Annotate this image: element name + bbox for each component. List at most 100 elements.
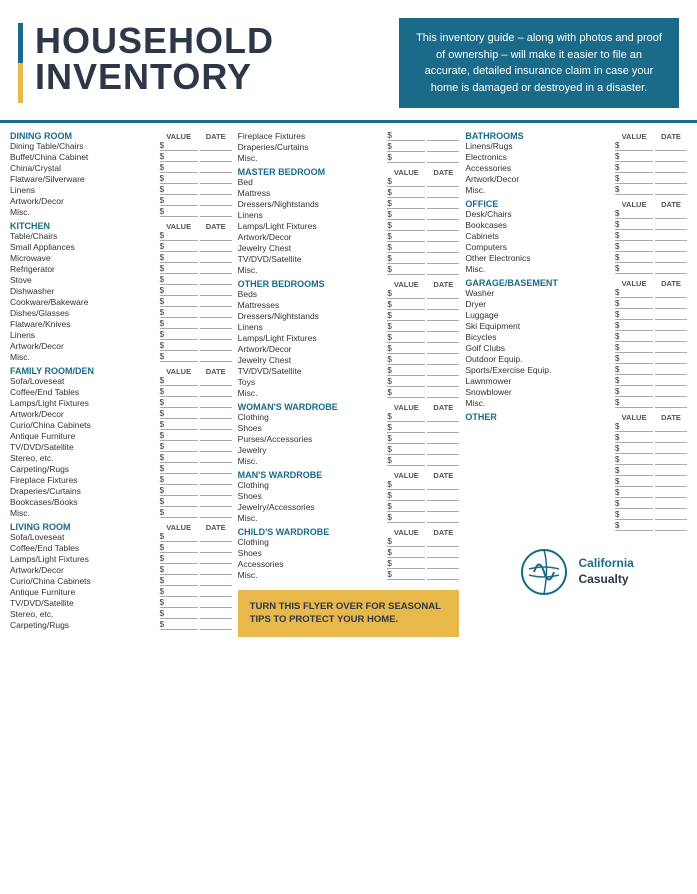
section-master-bedroom: MASTER BEDROOM VALUE DATE Bed Mattress D… xyxy=(238,167,460,275)
kitchen-header: KITCHEN VALUE DATE xyxy=(10,221,232,231)
list-item: Draperies/Curtains xyxy=(10,486,232,496)
footer-tip-text: TURN THIS FLYER OVER FOR SEASONAL TIPS T… xyxy=(250,601,441,625)
main-content: DINING ROOM VALUE DATE Dining Table/Chai… xyxy=(0,123,697,645)
list-item xyxy=(465,499,687,509)
value-col-label: VALUE xyxy=(160,132,198,141)
section-garage-basement: GARAGE/BASEMENT VALUE DATE Washer Dryer … xyxy=(465,278,687,408)
list-item: TV/DVD/Satellite xyxy=(10,598,232,608)
bathrooms-header: BATHROOMS VALUE DATE xyxy=(465,131,687,141)
list-item: Coffee/End Tables xyxy=(10,387,232,397)
column-1: DINING ROOM VALUE DATE Dining Table/Chai… xyxy=(10,131,232,637)
bathrooms-title: BATHROOMS xyxy=(465,131,615,141)
page-wrapper: HOUSEHOLD INVENTORY This inventory guide… xyxy=(0,0,697,645)
list-item: Computers xyxy=(465,242,687,252)
list-item xyxy=(465,433,687,443)
family-room-title: FAMILY ROOM/DEN xyxy=(10,366,160,376)
logo-area: California Casualty xyxy=(465,547,687,597)
list-item: Carpeting/Rugs xyxy=(10,464,232,474)
dining-room-col-headers: VALUE DATE xyxy=(160,132,232,141)
list-item: Stereo, etc. xyxy=(10,609,232,619)
other-bedrooms-header: OTHER BEDROOMS VALUE DATE xyxy=(238,279,460,289)
logo-icon xyxy=(519,547,569,597)
footer-tip-box: TURN THIS FLYER OVER FOR SEASONAL TIPS T… xyxy=(238,590,460,637)
section-mans-wardrobe: MAN'S WARDROBE VALUE DATE Clothing Shoes… xyxy=(238,470,460,523)
list-item: Snowblower xyxy=(465,387,687,397)
kitchen-col-headers: VALUE DATE xyxy=(160,222,232,231)
header-description: This inventory guide – along with photos… xyxy=(399,18,679,108)
living-room-title: LIVING ROOM xyxy=(10,522,160,532)
list-item: Purses/Accessories xyxy=(238,434,460,444)
list-item: Misc. xyxy=(238,153,460,163)
list-item: Flatware/Silverware xyxy=(10,174,232,184)
list-item: Draperies/Curtains xyxy=(238,142,460,152)
list-item: Mattresses xyxy=(238,300,460,310)
list-item: Clothing xyxy=(238,537,460,547)
section-womans-wardrobe: WOMAN'S WARDROBE VALUE DATE Clothing Sho… xyxy=(238,402,460,466)
logo-text: California Casualty xyxy=(579,556,634,587)
list-item: Artwork/Decor xyxy=(10,196,232,206)
list-item: Linens xyxy=(10,330,232,340)
list-item: Flatware/Knives xyxy=(10,319,232,329)
list-item: Bookcases/Books xyxy=(10,497,232,507)
living-room-header: LIVING ROOM VALUE DATE xyxy=(10,522,232,532)
list-item xyxy=(465,477,687,487)
womans-wardrobe-header: WOMAN'S WARDROBE VALUE DATE xyxy=(238,402,460,412)
list-item: Misc. xyxy=(238,388,460,398)
list-item: Other Electronics xyxy=(465,253,687,263)
list-item: Buffet/China Cabinet xyxy=(10,152,232,162)
other-bedrooms-title: OTHER BEDROOMS xyxy=(238,279,388,289)
list-item xyxy=(465,466,687,476)
list-item xyxy=(465,510,687,520)
list-item: Misc. xyxy=(10,352,232,362)
header-title: HOUSEHOLD INVENTORY xyxy=(35,23,274,95)
list-item: Microwave xyxy=(10,253,232,263)
list-item: Linens xyxy=(238,210,460,220)
list-item: TV/DVD/Satellite xyxy=(238,366,460,376)
list-item: Misc. xyxy=(10,207,232,217)
list-item: Jewelry Chest xyxy=(238,243,460,253)
section-other: OTHER VALUE DATE xyxy=(465,412,687,531)
section-childs-wardrobe: CHILD'S WARDROBE VALUE DATE Clothing Sho… xyxy=(238,527,460,580)
garage-title: GARAGE/BASEMENT xyxy=(465,278,615,288)
list-item: Misc. xyxy=(238,265,460,275)
office-header: OFFICE VALUE DATE xyxy=(465,199,687,209)
column-3: BATHROOMS VALUE DATE Linens/Rugs Electro… xyxy=(465,131,687,637)
list-item: Dressers/Nightstands xyxy=(238,199,460,209)
header: HOUSEHOLD INVENTORY This inventory guide… xyxy=(0,0,697,123)
list-item xyxy=(465,444,687,454)
section-bathrooms: BATHROOMS VALUE DATE Linens/Rugs Electro… xyxy=(465,131,687,195)
list-item: Jewelry Chest xyxy=(238,355,460,365)
list-item: Misc. xyxy=(238,456,460,466)
list-item: Ski Equipment xyxy=(465,321,687,331)
section-office: OFFICE VALUE DATE Desk/Chairs Bookcases … xyxy=(465,199,687,274)
list-item: Stereo, etc. xyxy=(10,453,232,463)
list-item: Shoes xyxy=(238,491,460,501)
list-item: Dishes/Glasses xyxy=(10,308,232,318)
list-item: Golf Clubs xyxy=(465,343,687,353)
list-item: Linens xyxy=(10,185,232,195)
list-item: Lamps/Light Fixtures xyxy=(10,398,232,408)
list-item: Clothing xyxy=(238,480,460,490)
mans-wardrobe-title: MAN'S WARDROBE xyxy=(238,470,388,480)
header-accent-bar xyxy=(18,23,23,103)
mans-wardrobe-header: MAN'S WARDROBE VALUE DATE xyxy=(238,470,460,480)
list-item: Misc. xyxy=(10,508,232,518)
list-item: Lamps/Light Fixtures xyxy=(238,333,460,343)
list-item: Table/Chairs xyxy=(10,231,232,241)
list-item xyxy=(465,455,687,465)
header-left: HOUSEHOLD INVENTORY xyxy=(18,23,274,103)
womans-wardrobe-title: WOMAN'S WARDROBE xyxy=(238,402,388,412)
list-item: Shoes xyxy=(238,548,460,558)
list-item: Fireplace Fixtures xyxy=(10,475,232,485)
list-item: Artwork/Decor xyxy=(10,565,232,575)
master-bedroom-header: MASTER BEDROOM VALUE DATE xyxy=(238,167,460,177)
list-item xyxy=(465,422,687,432)
childs-wardrobe-header: CHILD'S WARDROBE VALUE DATE xyxy=(238,527,460,537)
list-item: TV/DVD/Satellite xyxy=(10,442,232,452)
list-item: Electronics xyxy=(465,152,687,162)
list-item: Antique Furniture xyxy=(10,587,232,597)
title-line2: INVENTORY xyxy=(35,59,274,95)
list-item: Bed xyxy=(238,177,460,187)
list-item: Cabinets xyxy=(465,231,687,241)
list-item xyxy=(465,488,687,498)
